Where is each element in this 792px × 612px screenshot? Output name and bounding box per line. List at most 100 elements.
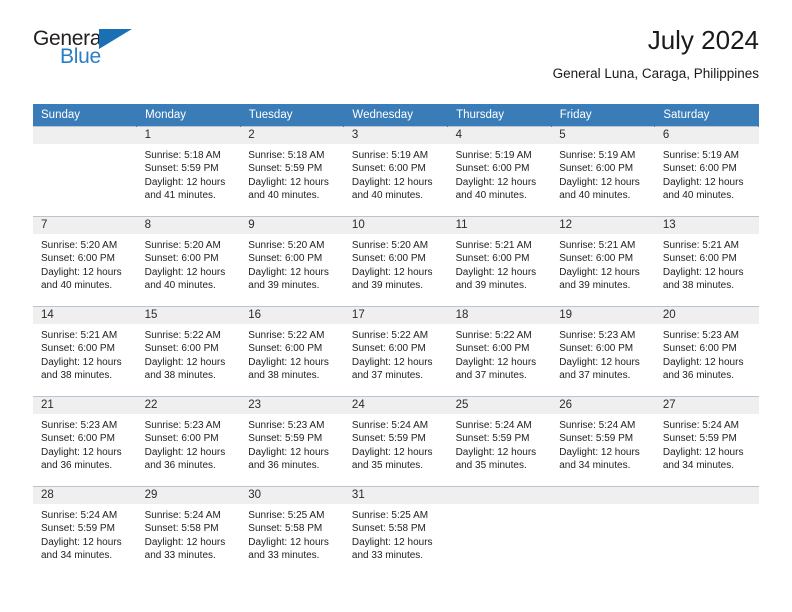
- daylight-text-line1: Daylight: 12 hours: [559, 176, 640, 188]
- daylight-text-line2: and 38 minutes.: [144, 370, 216, 382]
- sunrise-text: Sunrise: 5:25 AM: [248, 510, 325, 521]
- sunset-text: Sunset: 5:59 PM: [351, 433, 426, 445]
- day-number: 6: [654, 127, 759, 144]
- sunset-text: Sunset: 5:59 PM: [248, 433, 323, 445]
- calendar-cell-day[interactable]: 4 Sunrise: 5:19 AM Sunset: 6:00 PM Daylight…: [447, 126, 552, 217]
- daylight-text-line2: and 38 minutes.: [41, 370, 113, 382]
- calendar-cell-day[interactable]: 23 Sunrise: 5:23 AM Sunset: 5:59 PM Dayligh…: [240, 396, 344, 487]
- daylight-text-line2: and 33 minutes.: [144, 550, 216, 562]
- calendar-cell-day[interactable]: 22 Sunrise: 5:23 AM Sunset: 6:00 PM Dayligh…: [136, 396, 241, 487]
- day-number: 29: [136, 487, 241, 504]
- day-details: Sunrise: 5:24 AM Sunset: 5:59 PM Daylight:…: [344, 414, 448, 473]
- calendar-cell-day[interactable]: 14 Sunrise: 5:21 AM Sunset: 6:00 PM Dayligh…: [33, 306, 137, 397]
- calendar-cell-day[interactable]: 25 Sunrise: 5:24 AM Sunset: 5:59 PM Dayligh…: [447, 396, 552, 487]
- daylight-text-line2: and 33 minutes.: [248, 550, 320, 562]
- day-details: Sunrise: 5:25 AM Sunset: 5:58 PM Daylight:…: [344, 504, 448, 563]
- calendar-cell-day[interactable]: 8 Sunrise: 5:20 AM Sunset: 6:00 PM Daylight…: [136, 216, 241, 307]
- page-header: General Blue July 2024 General Luna, Car…: [0, 0, 792, 81]
- calendar-cell-day[interactable]: 19 Sunrise: 5:23 AM Sunset: 6:00 PM Dayligh…: [551, 306, 655, 397]
- daylight-text-line2: and 34 minutes.: [41, 550, 113, 562]
- day-number: [654, 487, 759, 504]
- sunrise-text: Sunrise: 5:24 AM: [455, 420, 532, 431]
- day-number: 22: [136, 397, 241, 414]
- sunrise-text: Sunrise: 5:22 AM: [351, 330, 429, 341]
- sunrise-text: Sunrise: 5:20 AM: [41, 240, 118, 251]
- daylight-text-line1: Daylight: 12 hours: [248, 266, 329, 278]
- calendar-cell-day[interactable]: 7 Sunrise: 5:20 AM Sunset: 6:00 PM Daylight…: [33, 216, 137, 307]
- daylight-text-line1: Daylight: 12 hours: [41, 266, 122, 278]
- sunrise-text: Sunrise: 5:20 AM: [144, 240, 221, 251]
- calendar-cell-day[interactable]: 15 Sunrise: 5:22 AM Sunset: 6:00 PM Dayligh…: [136, 306, 241, 397]
- sunset-text: Sunset: 6:00 PM: [351, 343, 426, 355]
- day-number: 21: [33, 397, 137, 414]
- daylight-text-line2: and 38 minutes.: [248, 370, 320, 382]
- day-number: 26: [551, 397, 655, 414]
- logo-triangle-icon: [99, 29, 132, 49]
- daylight-text-line1: Daylight: 12 hours: [248, 356, 329, 368]
- calendar-cell-day[interactable]: 10 Sunrise: 5:20 AM Sunset: 6:00 PM Dayligh…: [343, 216, 448, 307]
- sunset-text: Sunset: 6:00 PM: [455, 253, 530, 265]
- calendar-cell-day[interactable]: 2 Sunrise: 5:18 AM Sunset: 5:59 PM Daylight…: [240, 126, 344, 217]
- calendar-cell-day[interactable]: 11 Sunrise: 5:21 AM Sunset: 6:00 PM Dayligh…: [447, 216, 552, 307]
- calendar-cell-day[interactable]: 24 Sunrise: 5:24 AM Sunset: 5:59 PM Dayligh…: [343, 396, 448, 487]
- calendar-cell-day[interactable]: 31 Sunrise: 5:25 AM Sunset: 5:58 PM Dayligh…: [343, 486, 448, 577]
- daylight-text-line2: and 39 minutes.: [351, 280, 424, 292]
- sunrise-text: Sunrise: 5:22 AM: [455, 330, 532, 341]
- calendar-cell-day[interactable]: 18 Sunrise: 5:22 AM Sunset: 6:00 PM Dayligh…: [447, 306, 552, 397]
- day-number: 24: [343, 397, 448, 414]
- weekday-header-saturday: Saturday: [654, 104, 759, 127]
- calendar-cell-day[interactable]: 21 Sunrise: 5:23 AM Sunset: 6:00 PM Dayligh…: [33, 396, 137, 487]
- day-details: Sunrise: 5:23 AM Sunset: 6:00 PM Daylight:…: [137, 414, 241, 473]
- daylight-text-line2: and 37 minutes.: [351, 370, 424, 382]
- calendar-cell-day[interactable]: 28 Sunrise: 5:24 AM Sunset: 5:59 PM Dayligh…: [33, 486, 137, 577]
- day-details: Sunrise: 5:23 AM Sunset: 6:00 PM Daylight:…: [33, 414, 137, 473]
- calendar-cell-day[interactable]: 12 Sunrise: 5:21 AM Sunset: 6:00 PM Dayligh…: [551, 216, 655, 307]
- calendar-cell-day[interactable]: 5 Sunrise: 5:19 AM Sunset: 6:00 PM Daylight…: [551, 126, 655, 217]
- calendar-cell-day[interactable]: 16 Sunrise: 5:22 AM Sunset: 6:00 PM Dayligh…: [240, 306, 344, 397]
- daylight-text-line1: Daylight: 12 hours: [559, 356, 640, 368]
- sunrise-text: Sunrise: 5:24 AM: [41, 510, 118, 521]
- calendar-cell-day[interactable]: 20 Sunrise: 5:23 AM Sunset: 6:00 PM Dayligh…: [654, 306, 759, 397]
- day-details: Sunrise: 5:24 AM Sunset: 5:59 PM Daylight:…: [551, 414, 655, 473]
- daylight-text-line2: and 36 minutes.: [41, 460, 113, 472]
- calendar-cell-empty: [551, 486, 655, 577]
- calendar-cell-day[interactable]: 9 Sunrise: 5:20 AM Sunset: 6:00 PM Daylight…: [240, 216, 344, 307]
- calendar-cell-day[interactable]: 13 Sunrise: 5:21 AM Sunset: 6:00 PM Dayligh…: [654, 216, 759, 307]
- daylight-text-line2: and 36 minutes.: [144, 460, 216, 472]
- day-details: Sunrise: 5:24 AM Sunset: 5:59 PM Daylight:…: [448, 414, 552, 473]
- sunset-text: Sunset: 5:59 PM: [248, 163, 323, 175]
- calendar-cell-day[interactable]: 6 Sunrise: 5:19 AM Sunset: 6:00 PM Daylight…: [654, 126, 759, 217]
- daylight-text-line1: Daylight: 12 hours: [662, 266, 744, 278]
- day-number: [447, 487, 552, 504]
- daylight-text-line1: Daylight: 12 hours: [351, 176, 433, 188]
- day-number: 13: [654, 217, 759, 234]
- calendar-cell-day[interactable]: 30 Sunrise: 5:25 AM Sunset: 5:58 PM Dayligh…: [240, 486, 344, 577]
- day-details: Sunrise: 5:25 AM Sunset: 5:58 PM Daylight:…: [240, 504, 344, 563]
- daylight-text-line2: and 40 minutes.: [662, 190, 735, 202]
- day-details: Sunrise: 5:20 AM Sunset: 6:00 PM Daylight:…: [33, 234, 137, 293]
- weekday-header-friday: Friday: [551, 104, 656, 127]
- sunrise-text: Sunrise: 5:23 AM: [248, 420, 325, 431]
- sunset-text: Sunset: 5:59 PM: [559, 433, 634, 445]
- sunset-text: Sunset: 6:00 PM: [559, 163, 634, 175]
- sunrise-text: Sunrise: 5:22 AM: [248, 330, 325, 341]
- calendar-cell-day[interactable]: 1 Sunrise: 5:18 AM Sunset: 5:59 PM Daylight…: [136, 126, 241, 217]
- general-blue-logo[interactable]: General Blue: [33, 26, 138, 72]
- day-number: [551, 487, 655, 504]
- calendar-cell-day[interactable]: 3 Sunrise: 5:19 AM Sunset: 6:00 PM Daylight…: [343, 126, 448, 217]
- daylight-text-line1: Daylight: 12 hours: [351, 446, 433, 458]
- day-details: Sunrise: 5:21 AM Sunset: 6:00 PM Daylight:…: [33, 324, 137, 383]
- calendar-cell-day[interactable]: 17 Sunrise: 5:22 AM Sunset: 6:00 PM Dayligh…: [343, 306, 448, 397]
- sunrise-text: Sunrise: 5:20 AM: [351, 240, 429, 251]
- day-number: 5: [551, 127, 655, 144]
- day-details: Sunrise: 5:23 AM Sunset: 5:59 PM Daylight:…: [240, 414, 344, 473]
- calendar-cell-empty: [33, 126, 137, 217]
- calendar-body: 1 Sunrise: 5:18 AM Sunset: 5:59 PM Daylight…: [33, 126, 759, 577]
- calendar-cell-day[interactable]: 27 Sunrise: 5:24 AM Sunset: 5:59 PM Dayligh…: [654, 396, 759, 487]
- calendar-cell-day[interactable]: 26 Sunrise: 5:24 AM Sunset: 5:59 PM Dayligh…: [551, 396, 655, 487]
- day-details: Sunrise: 5:24 AM Sunset: 5:58 PM Daylight:…: [137, 504, 241, 563]
- daylight-text-line1: Daylight: 12 hours: [455, 356, 537, 368]
- calendar-cell-day[interactable]: 29 Sunrise: 5:24 AM Sunset: 5:58 PM Dayligh…: [136, 486, 241, 577]
- sunset-text: Sunset: 5:58 PM: [144, 523, 219, 535]
- day-details: Sunrise: 5:22 AM Sunset: 6:00 PM Daylight:…: [137, 324, 241, 383]
